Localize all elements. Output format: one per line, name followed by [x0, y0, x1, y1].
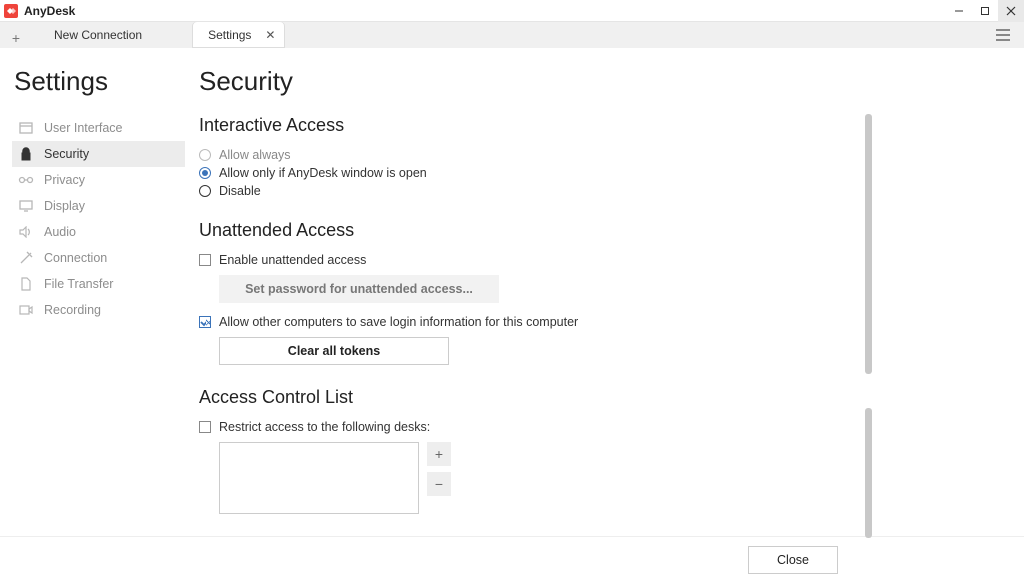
radio-allow-always[interactable]: Allow always	[199, 148, 854, 162]
app-logo-icon	[4, 4, 18, 18]
section-title: Interactive Access	[199, 115, 854, 136]
tab-label: Settings	[208, 28, 251, 42]
tab-strip: + New Connection Settings ✕	[0, 22, 1024, 48]
checkbox-label: Restrict access to the following desks:	[219, 420, 430, 434]
app-window: AnyDesk + New Connection Settings ✕ Sett…	[0, 0, 1024, 576]
radio-disable[interactable]: Disable	[199, 184, 854, 198]
lock-icon	[18, 146, 34, 162]
checkbox-allow-save-login[interactable]: Allow other computers to save login info…	[199, 315, 854, 329]
sidebar-item-recording[interactable]: Recording	[12, 297, 185, 323]
record-icon	[18, 302, 34, 318]
maximize-button[interactable]	[972, 0, 998, 22]
sidebar-item-label: Audio	[44, 225, 76, 239]
scrollbar-thumb[interactable]	[865, 114, 872, 374]
sidebar-item-label: File Transfer	[44, 277, 113, 291]
checkbox-icon	[199, 316, 211, 328]
tab-new-connection[interactable]: New Connection	[38, 22, 158, 48]
close-button[interactable]: Close	[748, 546, 838, 574]
sidebar-item-connection[interactable]: Connection	[12, 245, 185, 271]
title-bar: AnyDesk	[0, 0, 1024, 22]
tab-close-icon[interactable]: ✕	[265, 28, 275, 42]
speaker-icon	[18, 224, 34, 240]
sidebar-item-label: Connection	[44, 251, 107, 265]
section-interactive-access: Interactive Access Allow always Allow on…	[199, 115, 854, 198]
sidebar-item-label: User Interface	[44, 121, 123, 135]
checkbox-label: Allow other computers to save login info…	[219, 315, 578, 329]
sidebar-item-label: Display	[44, 199, 85, 213]
sidebar-item-file-transfer[interactable]: File Transfer	[12, 271, 185, 297]
checkbox-icon	[199, 421, 211, 433]
sidebar-heading: Settings	[14, 66, 185, 97]
scrollbar-thumb[interactable]	[865, 408, 872, 538]
layout-icon	[18, 120, 34, 136]
glasses-icon	[18, 172, 34, 188]
acl-remove-button[interactable]: −	[427, 472, 451, 496]
app-title: AnyDesk	[24, 4, 75, 18]
checkbox-label: Enable unattended access	[219, 253, 366, 267]
radio-label: Allow only if AnyDesk window is open	[219, 166, 427, 180]
clear-tokens-button[interactable]: Clear all tokens	[219, 337, 449, 365]
sidebar-item-user-interface[interactable]: User Interface	[12, 115, 185, 141]
checkbox-enable-unattended[interactable]: Enable unattended access	[199, 253, 854, 267]
sidebar-item-label: Security	[44, 147, 89, 161]
plug-icon	[18, 250, 34, 266]
sidebar-item-audio[interactable]: Audio	[12, 219, 185, 245]
close-window-button[interactable]	[998, 0, 1024, 22]
section-access-control-list: Access Control List Restrict access to t…	[199, 387, 854, 514]
sidebar-item-label: Recording	[44, 303, 101, 317]
tab-settings[interactable]: Settings ✕	[192, 22, 285, 48]
new-tab-button[interactable]: +	[6, 28, 26, 48]
radio-icon	[199, 149, 211, 161]
minimize-button[interactable]	[946, 0, 972, 22]
sidebar-item-security[interactable]: Security	[12, 141, 185, 167]
radio-label: Allow always	[219, 148, 291, 162]
checkbox-restrict-access[interactable]: Restrict access to the following desks:	[199, 420, 854, 434]
tab-label: New Connection	[54, 28, 142, 42]
sidebar-item-display[interactable]: Display	[12, 193, 185, 219]
checkbox-icon	[199, 254, 211, 266]
sidebar-item-label: Privacy	[44, 173, 85, 187]
radio-icon	[199, 167, 211, 179]
file-icon	[18, 276, 34, 292]
settings-main-panel: Security Interactive Access Allow always…	[199, 66, 1024, 536]
acl-add-button[interactable]: +	[427, 442, 451, 466]
footer-bar: Close	[0, 536, 1024, 576]
set-password-button[interactable]: Set password for unattended access...	[219, 275, 499, 303]
section-title: Unattended Access	[199, 220, 854, 241]
section-unattended-access: Unattended Access Enable unattended acce…	[199, 220, 854, 365]
hamburger-menu-icon[interactable]	[990, 22, 1016, 48]
acl-listbox[interactable]	[219, 442, 419, 514]
content-area: Settings User Interface Security Privacy	[0, 48, 1024, 576]
monitor-icon	[18, 198, 34, 214]
radio-icon	[199, 185, 211, 197]
radio-label: Disable	[219, 184, 261, 198]
radio-allow-if-open[interactable]: Allow only if AnyDesk window is open	[199, 166, 854, 180]
sidebar-item-privacy[interactable]: Privacy	[12, 167, 185, 193]
section-title: Access Control List	[199, 387, 854, 408]
page-title: Security	[199, 66, 854, 97]
settings-sidebar: Settings User Interface Security Privacy	[0, 66, 185, 536]
settings-nav: User Interface Security Privacy Display	[12, 115, 185, 323]
